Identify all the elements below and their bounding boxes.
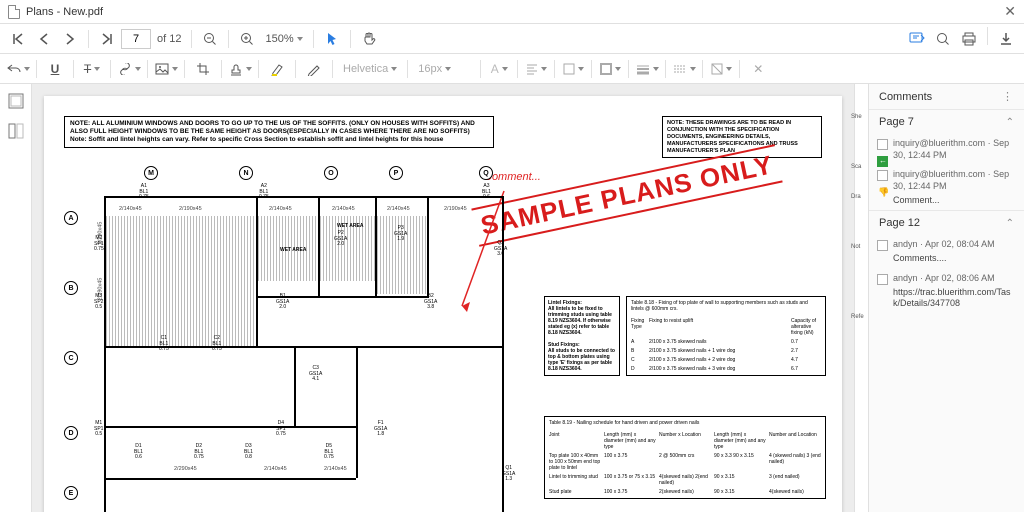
opacity-tool[interactable]: [709, 57, 733, 81]
page-total-label: of 12: [157, 33, 181, 45]
pdf-canvas[interactable]: NOTE: ALL ALUMINIUM WINDOWS AND DOORS TO…: [32, 84, 854, 512]
note-left: NOTE: ALL ALUMINIUM WINDOWS AND DOORS TO…: [64, 116, 494, 148]
plan-tag: B2GS1A3.8: [424, 294, 437, 311]
comments-menu-button[interactable]: ⋮: [1002, 90, 1014, 103]
line-weight-tool[interactable]: [635, 57, 659, 81]
plan-tag: P3GS1A1.9: [394, 226, 407, 243]
document-title: Plans - New.pdf: [26, 6, 103, 18]
plan-tag: M3SP20.5: [94, 294, 103, 311]
select-tool[interactable]: [320, 27, 344, 51]
wet-area-label: WET AREA: [280, 248, 306, 254]
strikethrough-tool[interactable]: T: [80, 57, 104, 81]
next-page-button[interactable]: [58, 27, 82, 51]
grid-label: E: [64, 486, 78, 500]
comment-mode-button[interactable]: [905, 27, 929, 51]
crop-tool[interactable]: [191, 57, 215, 81]
plan-tag: Q2GS1A3.0: [494, 241, 507, 258]
plan-tag: D1BL10.6: [134, 444, 143, 461]
titlebar: Plans - New.pdf ✕: [0, 0, 1024, 24]
table-8-18: Table 8.18 - Fixing of top plate of wall…: [626, 296, 826, 376]
plan-tag: B1GS1A2.0: [276, 294, 289, 311]
print-button[interactable]: [957, 27, 981, 51]
plan-tag: A3BL10.6: [482, 184, 491, 201]
document-icon: [8, 5, 20, 19]
thumbnails-icon[interactable]: [7, 122, 25, 140]
pen-tool[interactable]: [302, 57, 326, 81]
plan-tag: Q1GS1A1.3: [502, 466, 515, 483]
plan-tag: D4SP10.75: [276, 421, 286, 438]
fill-color-tool[interactable]: [561, 57, 585, 81]
stamp-tool[interactable]: [228, 57, 252, 81]
delete-annotation-button[interactable]: ✕: [746, 57, 770, 81]
grid-label: M: [144, 166, 158, 180]
plan-tag: P2GS1A2.0: [334, 231, 347, 248]
plan-tag: D3BL10.8: [244, 444, 253, 461]
prev-page-button[interactable]: [32, 27, 56, 51]
close-button[interactable]: ✕: [1004, 3, 1016, 20]
comment-item[interactable]: andyn · Apr 02, 08:04 AMComments....: [869, 235, 1024, 268]
comment-item[interactable]: 👎inquiry@bluerithm.com · Sep 30, 12:44 P…: [869, 165, 1024, 210]
plan-tag: F1GS1A1.8: [374, 421, 387, 438]
lintel-fixings-note: Lintel Fixings: All lintels to be fixed …: [544, 296, 620, 376]
grid-label: N: [239, 166, 253, 180]
viewer-toolbar: of 12 150%: [0, 24, 1024, 54]
wet-area-label: WET AREA: [337, 224, 363, 230]
plan-tag: A1BL10.75: [139, 184, 149, 201]
comment-item[interactable]: andyn · Apr 02, 08:06 AMhttps://trac.blu…: [869, 269, 1024, 314]
plan-tag: D2BL10.75: [194, 444, 204, 461]
zoom-in-button[interactable]: [235, 27, 259, 51]
font-size-select[interactable]: 16px: [414, 63, 474, 75]
link-tool[interactable]: [117, 57, 141, 81]
annotation-toolbar: U T Helvetica 16px A ✕: [0, 54, 1024, 84]
clipped-panel: She Sca Dra Not Refe: [854, 84, 868, 512]
underline-tool[interactable]: U: [43, 57, 67, 81]
floor-plan: M N O P Q A B C D E WET AREA WET AREA: [64, 166, 524, 512]
grid-label: D: [64, 426, 78, 440]
comment-item[interactable]: inquiry@bluerithm.com · Sep 30, 12:44 PM: [869, 134, 1024, 165]
grid-label: A: [64, 211, 78, 225]
grid-label: O: [324, 166, 338, 180]
page-number-input[interactable]: [121, 29, 151, 49]
text-color-tool[interactable]: A: [487, 57, 511, 81]
pdf-page: NOTE: ALL ALUMINIUM WINDOWS AND DOORS TO…: [44, 96, 842, 512]
outline-icon[interactable]: [7, 92, 25, 110]
main-area: NOTE: ALL ALUMINIUM WINDOWS AND DOORS TO…: [0, 84, 1024, 512]
left-gutter: [0, 84, 32, 512]
download-button[interactable]: [994, 27, 1018, 51]
plan-tag: M2SP10.75: [94, 236, 104, 253]
comments-header: Comments ⋮: [869, 84, 1024, 109]
plan-tag: A2BL10.75: [259, 184, 269, 201]
font-select[interactable]: Helvetica: [339, 63, 401, 75]
plan-tag: D5BL10.75: [324, 444, 334, 461]
last-page-button[interactable]: [95, 27, 119, 51]
first-page-button[interactable]: [6, 27, 30, 51]
grid-label: C: [64, 351, 78, 365]
undo-button[interactable]: [6, 57, 30, 81]
grid-label: P: [389, 166, 403, 180]
search-button[interactable]: [931, 27, 955, 51]
plan-tag: C3GS1A4.1: [309, 366, 322, 383]
grid-label: B: [64, 281, 78, 295]
line-style-tool[interactable]: [672, 57, 696, 81]
zoom-out-button[interactable]: [198, 27, 222, 51]
plan-tag: M1SP10.5: [94, 421, 103, 438]
align-tool[interactable]: [524, 57, 548, 81]
comments-section-header[interactable]: Page 7⌃: [869, 110, 1024, 134]
plan-tag: C1BL10.75: [159, 336, 169, 353]
highlight-tool[interactable]: [265, 57, 289, 81]
comments-panel: Comments ⋮ Page 7⌃inquiry@bluerithm.com …: [868, 84, 1024, 512]
zoom-level-select[interactable]: 150%: [265, 33, 302, 45]
plan-tag: C2BL10.75: [212, 336, 222, 353]
pan-tool[interactable]: [357, 27, 381, 51]
comments-section-header[interactable]: Page 12⌃: [869, 211, 1024, 235]
table-8-19: Table 8.19 - Nailing schedule for hand d…: [544, 416, 826, 499]
stroke-color-tool[interactable]: [598, 57, 622, 81]
grid-label: Q: [479, 166, 493, 180]
image-tool[interactable]: [154, 57, 178, 81]
